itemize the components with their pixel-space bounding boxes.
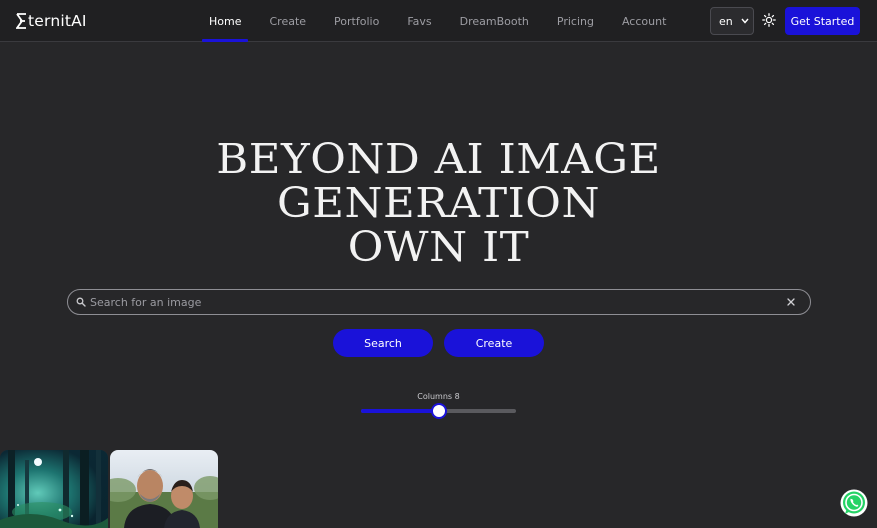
gallery-item-forest[interactable] bbox=[0, 450, 108, 528]
hero-heading: BEYOND AI IMAGE GENERATION OWN IT bbox=[0, 137, 877, 269]
gallery-item-portrait[interactable] bbox=[110, 450, 218, 528]
hero-line-2: GENERATION bbox=[276, 179, 601, 227]
search-button[interactable]: Search bbox=[333, 329, 433, 357]
columns-slider[interactable] bbox=[361, 403, 516, 419]
language-select[interactable]: en bbox=[710, 7, 754, 35]
nav-item-create[interactable]: Create bbox=[255, 0, 320, 42]
portrait-photo-image bbox=[110, 450, 218, 528]
columns-slider-thumb[interactable] bbox=[430, 403, 447, 419]
top-navbar: ternitAI Home Create Portfolio Favs Drea… bbox=[0, 0, 877, 42]
columns-label: Columns 8 bbox=[417, 392, 460, 401]
search-input[interactable] bbox=[90, 293, 770, 311]
brand-logo[interactable]: ternitAI bbox=[16, 10, 87, 32]
create-button[interactable]: Create bbox=[444, 329, 544, 357]
nav-item-dreambooth[interactable]: DreamBooth bbox=[446, 0, 543, 42]
chevron-down-icon bbox=[741, 18, 749, 24]
sun-icon[interactable] bbox=[762, 13, 776, 27]
nav-item-portfolio[interactable]: Portfolio bbox=[320, 0, 393, 42]
search-bar bbox=[67, 289, 811, 315]
nav-item-home[interactable]: Home bbox=[195, 0, 255, 42]
language-value: en bbox=[719, 14, 733, 28]
nav-item-account[interactable]: Account bbox=[608, 0, 680, 42]
hero-line-1: BEYOND AI IMAGE bbox=[216, 135, 661, 183]
hero-line-3: OWN IT bbox=[347, 223, 530, 271]
columns-slider-fill bbox=[361, 409, 439, 413]
get-started-button[interactable]: Get Started bbox=[785, 7, 860, 35]
brand-name: ternitAI bbox=[28, 12, 87, 30]
logo-e-mark-icon bbox=[16, 13, 26, 29]
close-icon[interactable] bbox=[787, 298, 795, 306]
nav-item-favs[interactable]: Favs bbox=[393, 0, 445, 42]
nav-item-pricing[interactable]: Pricing bbox=[543, 0, 608, 42]
main-nav: Home Create Portfolio Favs DreamBooth Pr… bbox=[195, 0, 680, 42]
forest-night-image bbox=[0, 450, 108, 528]
whatsapp-icon[interactable] bbox=[839, 488, 869, 518]
search-icon bbox=[76, 297, 86, 307]
